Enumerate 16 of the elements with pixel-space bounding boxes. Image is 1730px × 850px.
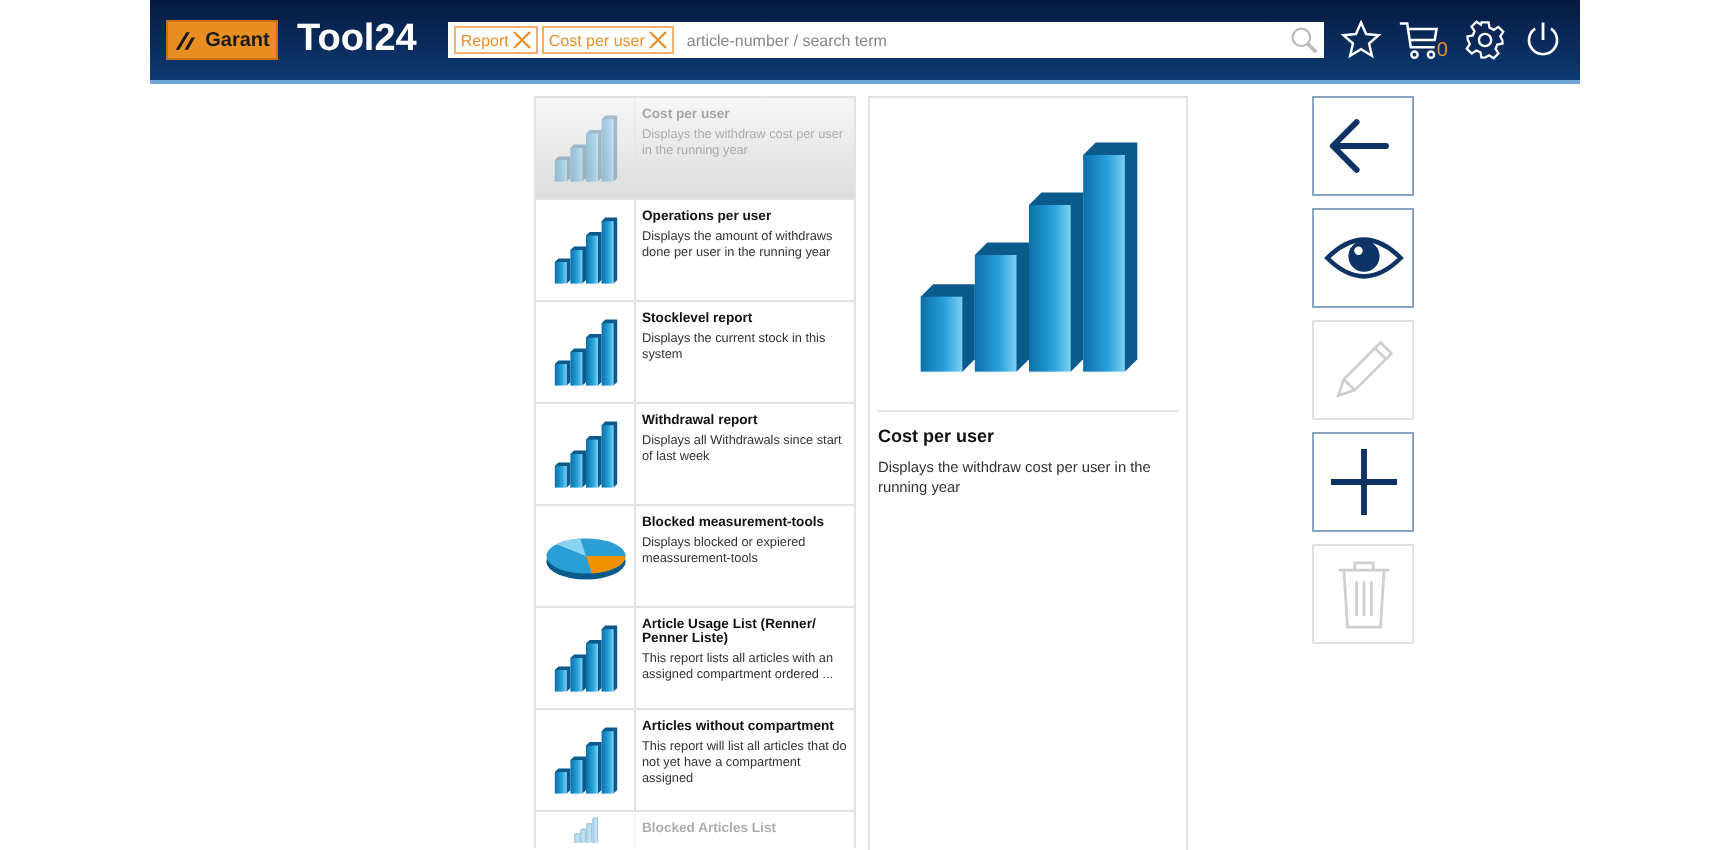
star-icon[interactable]: [1340, 18, 1383, 62]
bar-chart-icon: [549, 622, 621, 694]
view-button[interactable]: [1312, 208, 1414, 308]
bar-chart-icon: [549, 724, 621, 796]
logo[interactable]: Garant: [166, 20, 278, 60]
app-title: Tool24: [297, 18, 417, 62]
bar-chart-icon: [571, 816, 599, 844]
detail-title: Cost per user: [878, 426, 997, 446]
back-button[interactable]: [1312, 96, 1414, 196]
bar-chart-icon: [549, 316, 621, 388]
add-button[interactable]: [1312, 432, 1414, 532]
bar-chart-icon: [549, 418, 621, 490]
cart-count: 0: [1436, 40, 1448, 62]
settings-icon[interactable]: [1463, 18, 1506, 62]
cart-icon[interactable]: [1398, 18, 1443, 62]
bar-chart-icon: [549, 214, 621, 286]
